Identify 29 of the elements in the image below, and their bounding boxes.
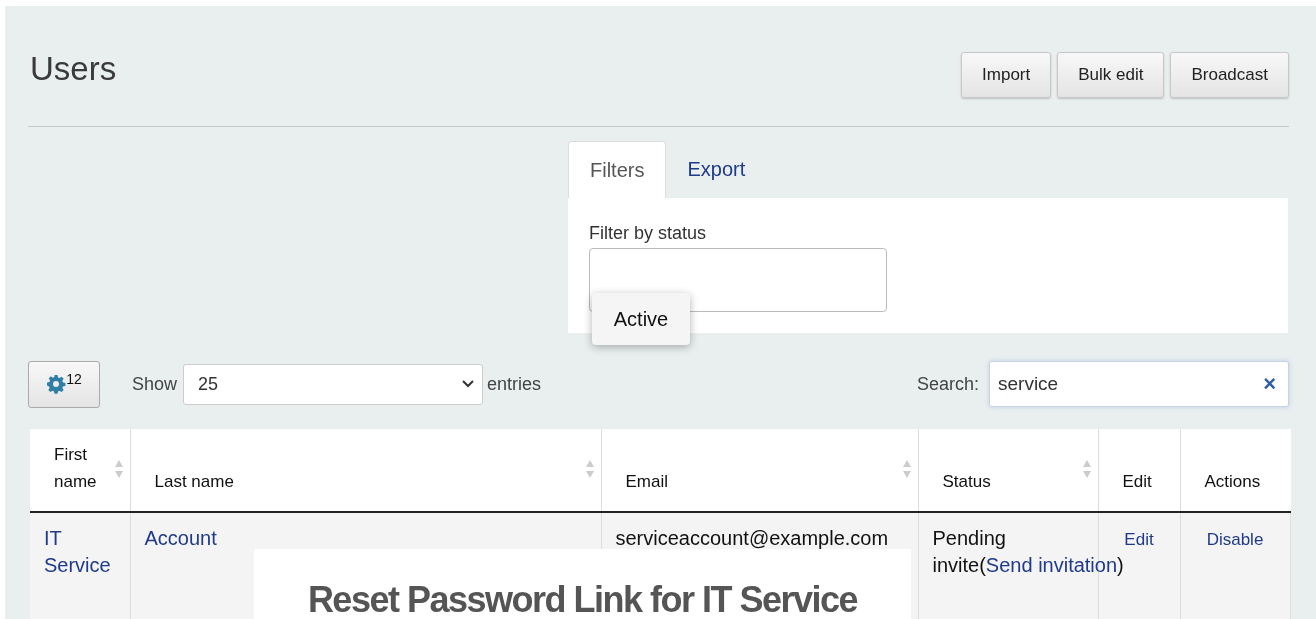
first-name-link[interactable]: IT Service [44, 525, 116, 579]
send-invitation-link[interactable]: Send invitation [985, 554, 1118, 576]
chevron-down-icon [462, 380, 475, 388]
sort-icon [901, 459, 912, 479]
search-label: Search: [916, 373, 979, 395]
last-name-link[interactable]: Account [144, 525, 217, 552]
header-button[interactable]: Import [961, 52, 1052, 98]
search-field[interactable]: service × [989, 361, 1289, 407]
entries-label: entries [487, 373, 542, 395]
page-title: Users [29, 50, 117, 88]
show-label: Show [132, 373, 178, 395]
gear-icon [46, 374, 67, 394]
tooltip: Active [592, 293, 690, 345]
email-text: serviceaccount@example.com [615, 527, 889, 549]
edit-link[interactable]: Edit [1124, 526, 1154, 553]
disable-link[interactable]: Disable [1206, 526, 1264, 553]
tab[interactable]: Filters [568, 141, 667, 198]
status-text: Pending invite(Send invitation) [932, 527, 1124, 576]
clear-button[interactable]: × [1263, 371, 1276, 397]
column-settings-button[interactable]: 12 [28, 360, 100, 408]
tab[interactable]: Export [666, 141, 767, 198]
field-label: Filter by status [589, 223, 708, 244]
dialog-title: Reset Password Link for IT Service [307, 579, 858, 619]
sort-icon [113, 459, 124, 479]
sort-icon [1081, 459, 1092, 479]
header-button[interactable]: Broadcast [1170, 52, 1289, 98]
page-size-select[interactable]: 25 [183, 363, 484, 405]
sort-icon [584, 459, 595, 479]
header-button[interactable]: Bulk edit [1057, 52, 1165, 98]
